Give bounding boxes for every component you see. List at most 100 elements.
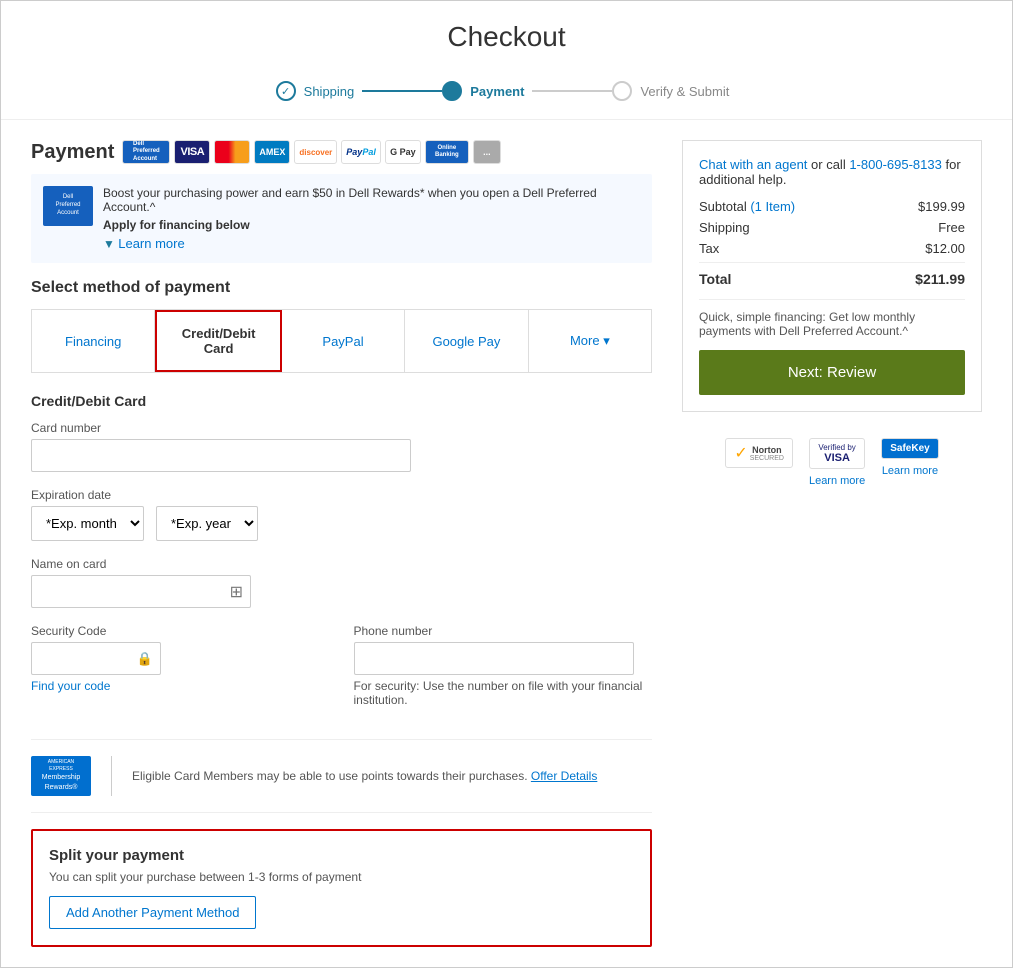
split-payment-section: Split your payment You can split your pu…	[31, 829, 652, 947]
checkout-stepper: ✓ Shipping Payment Verify & Submit	[1, 67, 1012, 109]
phone-input[interactable]	[354, 642, 634, 675]
chat-help-line: Chat with an agent or call 1-800-695-813…	[699, 157, 965, 187]
amex-icon: AMEX	[254, 140, 290, 164]
card-number-label: Card number	[31, 421, 652, 435]
visa-label: Verified by	[818, 443, 855, 452]
step-verify-dot	[612, 81, 632, 101]
promo-text-block: Boost your purchasing power and earn $50…	[103, 186, 640, 251]
online-banking-icon: OnlineBanking	[425, 140, 469, 164]
expiration-group: Expiration date *Exp. month 01020304 050…	[31, 488, 652, 541]
financing-btn[interactable]: Financing	[32, 310, 155, 372]
amex-membership-logo: AMERICANEXPRESSMembershipRewards®	[31, 756, 91, 796]
visa-sub: VISA	[818, 452, 855, 464]
payment-method-tabs: Financing Credit/Debit Card PayPal Googl…	[31, 309, 652, 373]
subtotal-label: Subtotal	[699, 199, 747, 214]
subtotal-row: Subtotal (1 Item) $199.99	[699, 199, 965, 214]
step-payment-dot	[442, 81, 462, 101]
promo-banner: DellPreferredAccount Boost your purchasi…	[31, 174, 652, 263]
select-method-label: Select method of payment	[31, 279, 652, 297]
norton-sub: SECURED	[750, 455, 784, 462]
accepted-cards-icons: DellPreferredAccount VISA ● AMEX discove…	[122, 140, 500, 164]
payment-header: Payment DellPreferredAccount VISA ● AMEX…	[31, 140, 652, 164]
membership-section: AMERICANEXPRESSMembershipRewards® Eligib…	[31, 739, 652, 813]
page-title: Checkout	[1, 21, 1012, 53]
name-on-card-label: Name on card	[31, 557, 652, 571]
security-phone-row: Security Code 🔒 Find your code Phone num…	[31, 624, 652, 723]
right-panel: Chat with an agent or call 1-800-695-813…	[682, 140, 982, 947]
norton-badge: ✓ Norton SECURED	[725, 438, 793, 472]
split-desc: You can split your purchase between 1-3 …	[49, 870, 634, 884]
shipping-value: Free	[938, 220, 965, 235]
safekey-learn-more-link[interactable]: Learn more	[882, 465, 938, 477]
shipping-label: Shipping	[699, 220, 750, 235]
total-row: Total $211.99	[699, 262, 965, 287]
split-title: Split your payment	[49, 847, 634, 864]
dell-preferred-logo: DellPreferredAccount	[43, 186, 93, 226]
tax-row: Tax $12.00	[699, 241, 965, 256]
apply-text: Apply for financing below	[103, 218, 250, 232]
promo-main-text: Boost your purchasing power and earn $50…	[103, 186, 640, 214]
payment-label: Payment	[31, 141, 114, 164]
paypal-btn[interactable]: PayPal	[282, 310, 405, 372]
phone-note: For security: Use the number on file wit…	[354, 679, 653, 707]
step-shipping-dot: ✓	[276, 81, 296, 101]
subtotal-item-link[interactable]: (1 Item)	[750, 199, 795, 214]
more-arrow-icon: ▾	[603, 333, 610, 348]
exp-year-select[interactable]: *Exp. year 20242025202620272028	[156, 506, 258, 541]
mastercard-icon: ●	[214, 140, 250, 164]
google-pay-btn[interactable]: Google Pay	[405, 310, 528, 372]
credit-debit-btn[interactable]: Credit/Debit Card	[155, 310, 281, 372]
total-value: $211.99	[915, 271, 965, 287]
security-badges: ✓ Norton SECURED Verified by VISA	[682, 428, 982, 497]
card-number-input[interactable]	[31, 439, 411, 472]
find-code-link[interactable]: Find your code	[31, 679, 330, 693]
norton-label: Norton	[750, 445, 784, 455]
more-cards-icon: ...	[473, 140, 501, 164]
phone-label: Phone number	[354, 624, 653, 638]
form-section-title: Credit/Debit Card	[31, 393, 652, 409]
step-shipping-label: Shipping	[304, 84, 355, 99]
dell-card-icon: DellPreferredAccount	[122, 140, 170, 164]
financing-note: Quick, simple financing: Get low monthly…	[699, 299, 965, 338]
check-icon: ✓	[281, 85, 290, 98]
name-on-card-input[interactable]	[31, 575, 251, 608]
tax-value: $12.00	[925, 241, 965, 256]
card-number-group: Card number	[31, 421, 652, 472]
promo-arrow: ▼	[103, 237, 115, 251]
add-payment-method-btn[interactable]: Add Another Payment Method	[49, 896, 256, 929]
connector-2	[532, 90, 612, 92]
visa-card-icon: VISA	[174, 140, 210, 164]
paypal-icon: PayPal	[341, 140, 381, 164]
security-code-label: Security Code	[31, 624, 330, 638]
total-label: Total	[699, 271, 731, 287]
gpay-icon: G Pay	[385, 140, 421, 164]
copy-icon[interactable]: ⊞	[230, 582, 243, 602]
safekey-label: SafeKey	[890, 443, 929, 454]
tax-label: Tax	[699, 241, 719, 256]
visa-verified-badge: Verified by VISA Learn more	[809, 438, 865, 487]
credit-card-form: Credit/Debit Card Card number Expiration…	[31, 393, 652, 723]
expiration-label: Expiration date	[31, 488, 652, 502]
visa-learn-more-link[interactable]: Learn more	[809, 475, 865, 487]
phone-number-col: Phone number For security: Use the numbe…	[354, 624, 653, 723]
membership-divider	[111, 756, 112, 796]
chat-link[interactable]: Chat with an agent	[699, 157, 807, 172]
exp-month-select[interactable]: *Exp. month 01020304 05060708 09101112	[31, 506, 144, 541]
security-code-col: Security Code 🔒 Find your code	[31, 624, 330, 723]
discover-icon: discover	[294, 140, 337, 164]
order-summary: Chat with an agent or call 1-800-695-813…	[682, 140, 982, 412]
step-verify-label: Verify & Submit	[640, 84, 729, 99]
subtotal-value: $199.99	[918, 199, 965, 214]
step-payment-label: Payment	[470, 84, 524, 99]
promo-learn-more-link[interactable]: Learn more	[118, 236, 184, 251]
next-review-btn[interactable]: Next: Review	[699, 350, 965, 395]
membership-text: Eligible Card Members may be able to use…	[132, 769, 597, 783]
connector-1	[362, 90, 442, 92]
phone-link[interactable]: 1-800-695-8133	[849, 157, 942, 172]
security-info-icon[interactable]: 🔒	[137, 651, 153, 667]
shipping-row: Shipping Free	[699, 220, 965, 235]
more-btn[interactable]: More ▾	[529, 310, 651, 372]
safekey-badge: SafeKey Learn more	[881, 438, 938, 477]
offer-details-link[interactable]: Offer Details	[531, 769, 597, 783]
norton-check-icon: ✓	[734, 443, 747, 463]
